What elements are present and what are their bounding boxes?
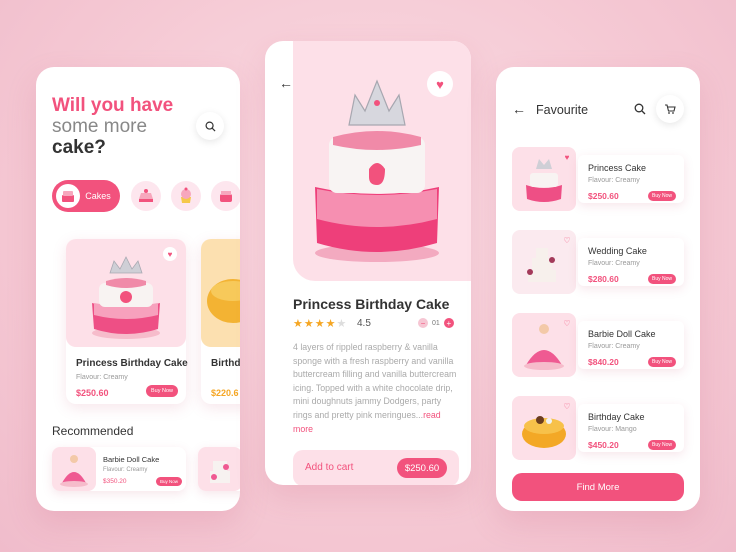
product-flavour: Flavour: Creamy: [76, 374, 128, 381]
detail-screen: ← ♥ Princess Birthday Cake ★★★★★ 4.5 − 0…: [265, 41, 471, 485]
item-name: Barbie Doll Cake: [588, 329, 656, 339]
search-button[interactable]: [196, 112, 224, 140]
recommended-title: Recommended: [52, 424, 134, 438]
quantity-value: 01: [432, 319, 440, 327]
minus-icon[interactable]: −: [418, 318, 428, 328]
product-title: Princess Birthday Cake: [293, 296, 450, 312]
category-tart[interactable]: [211, 180, 240, 212]
heart-outline-icon[interactable]: ♡: [560, 316, 574, 330]
heading-line-1: Will you have: [52, 95, 174, 116]
product-name: Birthd: [211, 358, 240, 369]
item-name: Birthday Cake: [588, 412, 645, 422]
favourite-item[interactable]: ♡ Barbie Doll Cake Flavour: Creamy $840.…: [512, 313, 684, 377]
product-card[interactable]: ♥ Princess Birthday Cake Flavour: Creamy…: [66, 239, 188, 404]
favourite-item[interactable]: ♡ Wedding Cake Flavour: Creamy $280.60 B…: [512, 230, 684, 294]
home-screen: Will you have some more cake? Cakes ♥ Pr…: [36, 67, 240, 511]
cart-button[interactable]: [656, 95, 684, 123]
search-button[interactable]: [626, 95, 654, 123]
product-card[interactable]: Birthd $220.6: [201, 239, 240, 404]
tart-icon: [211, 181, 240, 211]
favourite-screen: ← Favourite ♥ Princess Cake Flavour: Cre…: [496, 67, 700, 511]
buy-now-button[interactable]: Buy Now: [146, 385, 178, 397]
product-price: $220.6: [211, 388, 239, 398]
find-more-button[interactable]: Find More: [512, 473, 684, 501]
cart-icon: [665, 104, 676, 114]
buy-now-button[interactable]: Buy Now: [648, 274, 676, 284]
product-price: $250.60: [76, 388, 109, 398]
heart-icon[interactable]: ♥: [427, 71, 453, 97]
item-name: Wedding Cake: [588, 246, 647, 256]
category-pastry[interactable]: [131, 180, 161, 212]
heart-icon[interactable]: ♥: [560, 150, 574, 164]
recommended-flavour: Flavour: Creamy: [103, 467, 148, 473]
price-pill: $250.60: [397, 458, 447, 478]
pastry-icon: [131, 181, 161, 211]
heart-outline-icon[interactable]: ♡: [560, 233, 574, 247]
search-icon: [205, 121, 216, 132]
recommended-item[interactable]: Barbie Doll Cake Flavour: Creamy $350.20…: [52, 447, 186, 491]
home-heading: Will you have some more cake?: [52, 95, 173, 158]
back-arrow-icon[interactable]: ←: [512, 101, 526, 117]
product-name: Princess Birthday Cake: [76, 358, 188, 369]
buy-now-button[interactable]: Buy Now: [648, 191, 676, 201]
plus-icon[interactable]: +: [443, 318, 454, 328]
rating-value: 4.5: [357, 318, 371, 329]
recommended-name: Barbie Doll Cake: [103, 455, 160, 464]
recommended-price: $350.20: [103, 478, 127, 485]
star-icon-empty: ★: [336, 318, 348, 330]
category-cupcake[interactable]: [171, 180, 201, 212]
favourite-item[interactable]: ♡ Birthday Cake Flavour: Mango $450.20 B…: [512, 396, 684, 460]
product-description: 4 layers of rippled raspberry & vanilla …: [293, 341, 461, 436]
item-price: $250.60: [588, 191, 619, 201]
cupcake-icon: [171, 181, 201, 211]
page-title: Favourite: [536, 103, 589, 117]
search-icon: [634, 103, 646, 115]
heading-line-2: some more: [52, 116, 148, 137]
heart-outline-icon[interactable]: ♡: [560, 399, 574, 413]
barbie-cake-image: [52, 447, 96, 491]
item-flavour: Flavour: Creamy: [588, 177, 640, 184]
star-rating: ★★★★★: [293, 317, 347, 330]
category-cakes[interactable]: Cakes: [52, 180, 120, 212]
add-to-cart-label: Add to cart: [305, 462, 354, 473]
buy-now-button[interactable]: Buy Now: [648, 357, 676, 367]
cake-thumb-icon: [56, 184, 80, 208]
item-flavour: Flavour: Creamy: [588, 343, 640, 350]
item-price: $450.20: [588, 440, 619, 450]
description-text: 4 layers of rippled raspberry & vanilla …: [293, 342, 457, 420]
star-icon: ★★★★: [293, 318, 337, 330]
buy-now-button[interactable]: Buy Now: [648, 440, 676, 450]
item-flavour: Flavour: Creamy: [588, 260, 640, 267]
heading-line-3: cake?: [52, 137, 106, 158]
quantity-stepper: − 01 +: [418, 318, 454, 328]
add-to-cart-bar[interactable]: Add to cart $250.60: [293, 450, 459, 485]
buy-now-button[interactable]: Buy Now: [156, 477, 182, 486]
recommended-item[interactable]: [198, 447, 240, 491]
back-arrow-icon[interactable]: ←: [279, 75, 293, 91]
item-name: Princess Cake: [588, 163, 647, 173]
category-label: Cakes: [85, 191, 111, 201]
heart-icon[interactable]: ♥: [163, 247, 177, 261]
item-flavour: Flavour: Mango: [588, 426, 637, 433]
cake-image: [201, 239, 240, 347]
tiered-cake-image: [198, 447, 240, 491]
favourite-item[interactable]: ♥ Princess Cake Flavour: Creamy $250.60 …: [512, 147, 684, 211]
item-price: $840.20: [588, 357, 619, 367]
item-price: $280.60: [588, 274, 619, 284]
